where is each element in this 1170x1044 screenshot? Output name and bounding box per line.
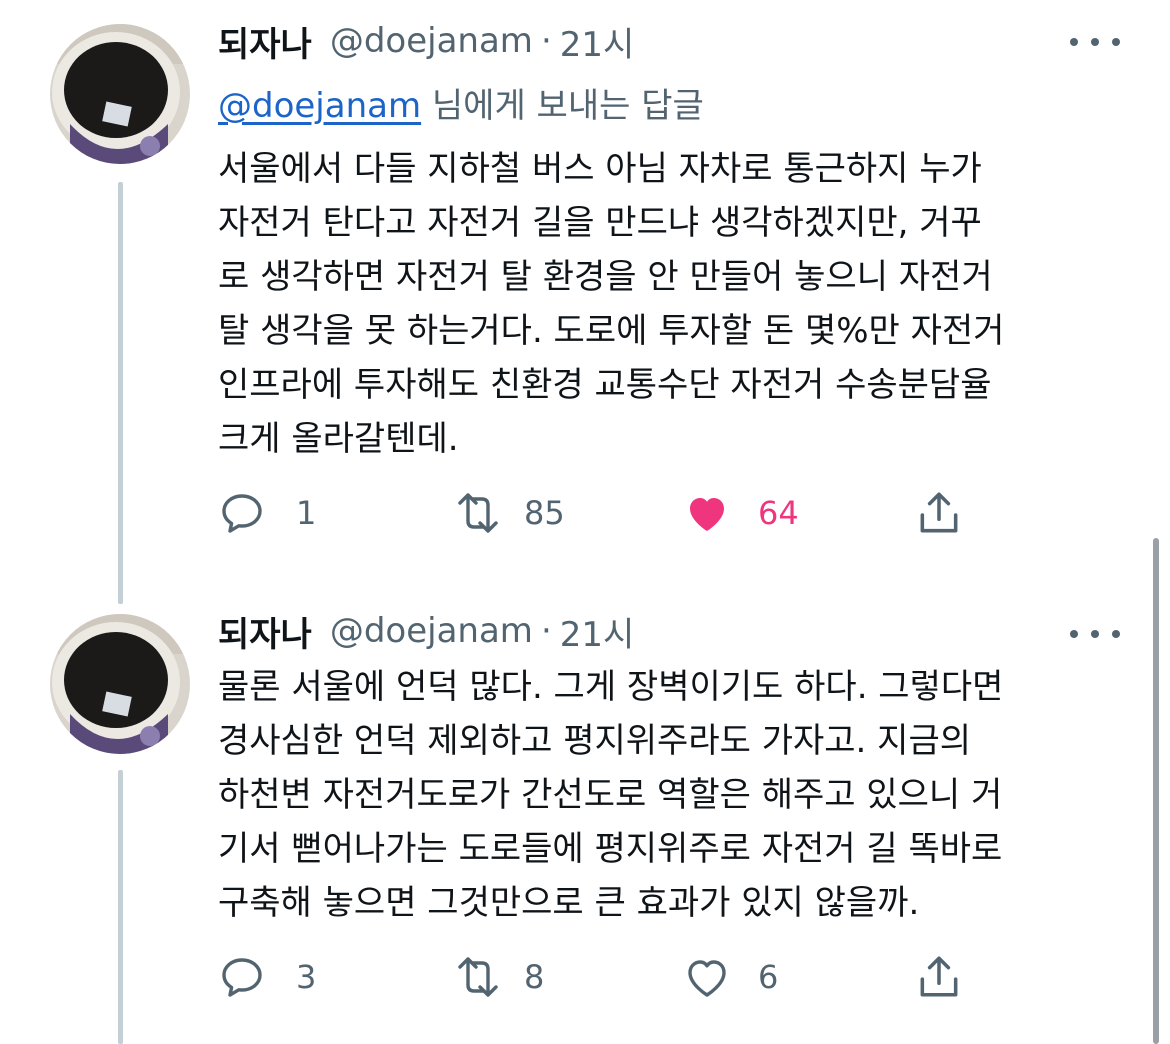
tweet-header: 되자나 @doejanam · 21시 bbox=[218, 607, 635, 656]
like-count: 6 bbox=[758, 958, 779, 996]
retweet-count: 85 bbox=[524, 494, 565, 532]
retweet-icon bbox=[458, 957, 498, 997]
timestamp[interactable]: 21시 bbox=[560, 17, 635, 66]
tweet-text-line: 서울에서 다들 지하철 버스 아님 자차로 통근하지 누가 bbox=[218, 149, 982, 189]
more-dot bbox=[1091, 630, 1099, 638]
tweet-text-line: 자전거 탄다고 자전거 길을 만드냐 생각하겠지만, 거꾸 bbox=[218, 203, 982, 243]
tweet-text-line: 탈 생각을 못 하는거다. 도로에 투자할 돈 몇%만 자전거 bbox=[218, 311, 1005, 351]
tweet-text: 서울에서 다들 지하철 버스 아님 자차로 통근하지 누가 자전거 탄다고 자전… bbox=[218, 142, 1123, 466]
more-icon[interactable] bbox=[1070, 27, 1120, 57]
timestamp[interactable]: 21시 bbox=[560, 607, 635, 656]
more-icon[interactable] bbox=[1070, 619, 1120, 649]
reply-mention-link[interactable]: @doejanam bbox=[218, 86, 421, 126]
heart-icon bbox=[690, 498, 724, 531]
coffee-cup-avatar-icon bbox=[50, 24, 190, 164]
tweet-text-line: 기서 뻗어나가는 도로들에 평지위주로 자전거 길 똑바로 bbox=[218, 829, 1003, 869]
coffee-cup-avatar-icon bbox=[50, 614, 190, 754]
more-dot bbox=[1112, 38, 1120, 46]
reply-context-label: 님에게 보내는 답글 bbox=[421, 86, 704, 126]
avatar[interactable] bbox=[50, 24, 190, 164]
share-button[interactable] bbox=[914, 952, 964, 1002]
reply-button[interactable]: 3 bbox=[218, 952, 316, 1002]
reply-button[interactable]: 1 bbox=[218, 488, 316, 538]
heart-icon bbox=[688, 960, 726, 997]
tweet-actions: 3 8 6 bbox=[0, 952, 1170, 1002]
retweet-button[interactable]: 8 bbox=[450, 952, 544, 1002]
tweet-text-line: 구축해 놓으면 그것만으로 큰 효과가 있지 않을까. bbox=[218, 883, 920, 923]
tweet-text-line: 인프라에 투자해도 친환경 교통수단 자전거 수송분담율 bbox=[218, 365, 992, 405]
author-name[interactable]: 되자나 bbox=[218, 607, 312, 656]
more-dot bbox=[1070, 38, 1078, 46]
avatar[interactable] bbox=[50, 614, 190, 754]
like-count: 64 bbox=[758, 494, 799, 532]
retweet-count: 8 bbox=[524, 958, 545, 996]
more-dot bbox=[1070, 630, 1078, 638]
share-icon bbox=[920, 492, 958, 533]
tweet-text-line: 하천변 자전거도로가 간선도로 역할은 해주고 있으니 거 bbox=[218, 775, 1003, 815]
author-handle[interactable]: @doejanam bbox=[330, 21, 533, 61]
tweet-actions: 1 85 64 bbox=[0, 488, 1170, 538]
tweet-text-line: 물론 서울에 언덕 많다. 그게 장벽이기도 하다. 그렇다면 bbox=[218, 667, 1004, 707]
tweet-text-line: 경사심한 언덕 제외하고 평지위주라도 가자고. 지금의 bbox=[218, 721, 972, 761]
more-dot bbox=[1112, 630, 1120, 638]
retweet-button[interactable]: 85 bbox=[450, 488, 565, 538]
tweet-text-line: 로 생각하면 자전거 탈 환경을 안 만들어 놓으니 자전거 bbox=[218, 257, 993, 297]
reply-count: 3 bbox=[296, 958, 317, 996]
author-handle[interactable]: @doejanam bbox=[330, 611, 533, 651]
more-dot bbox=[1091, 38, 1099, 46]
reply-icon bbox=[222, 958, 262, 997]
separator: · bbox=[540, 611, 552, 651]
share-icon bbox=[920, 956, 958, 997]
tweet[interactable]: 되자나 @doejanam · 21시 @doejanam 님에게 보내는 답글… bbox=[0, 0, 1170, 560]
tweet-header: 되자나 @doejanam · 21시 bbox=[218, 17, 635, 66]
author-name[interactable]: 되자나 bbox=[218, 17, 312, 66]
tweet-text-line: 크게 올라갈텐데. bbox=[218, 419, 459, 459]
tweet[interactable]: 되자나 @doejanam · 21시 물론 서울에 언덕 많다. 그게 장벽이… bbox=[0, 590, 1170, 1044]
reply-icon bbox=[222, 494, 262, 533]
like-button[interactable]: 6 bbox=[682, 952, 778, 1002]
reply-count: 1 bbox=[296, 494, 317, 532]
tweet-text: 물론 서울에 언덕 많다. 그게 장벽이기도 하다. 그렇다면 경사심한 언덕 … bbox=[218, 660, 1123, 930]
share-button[interactable] bbox=[914, 488, 964, 538]
like-button[interactable]: 64 bbox=[682, 488, 799, 538]
separator: · bbox=[540, 21, 552, 61]
retweet-icon bbox=[458, 493, 498, 533]
reply-context: @doejanam 님에게 보내는 답글 bbox=[218, 78, 704, 127]
